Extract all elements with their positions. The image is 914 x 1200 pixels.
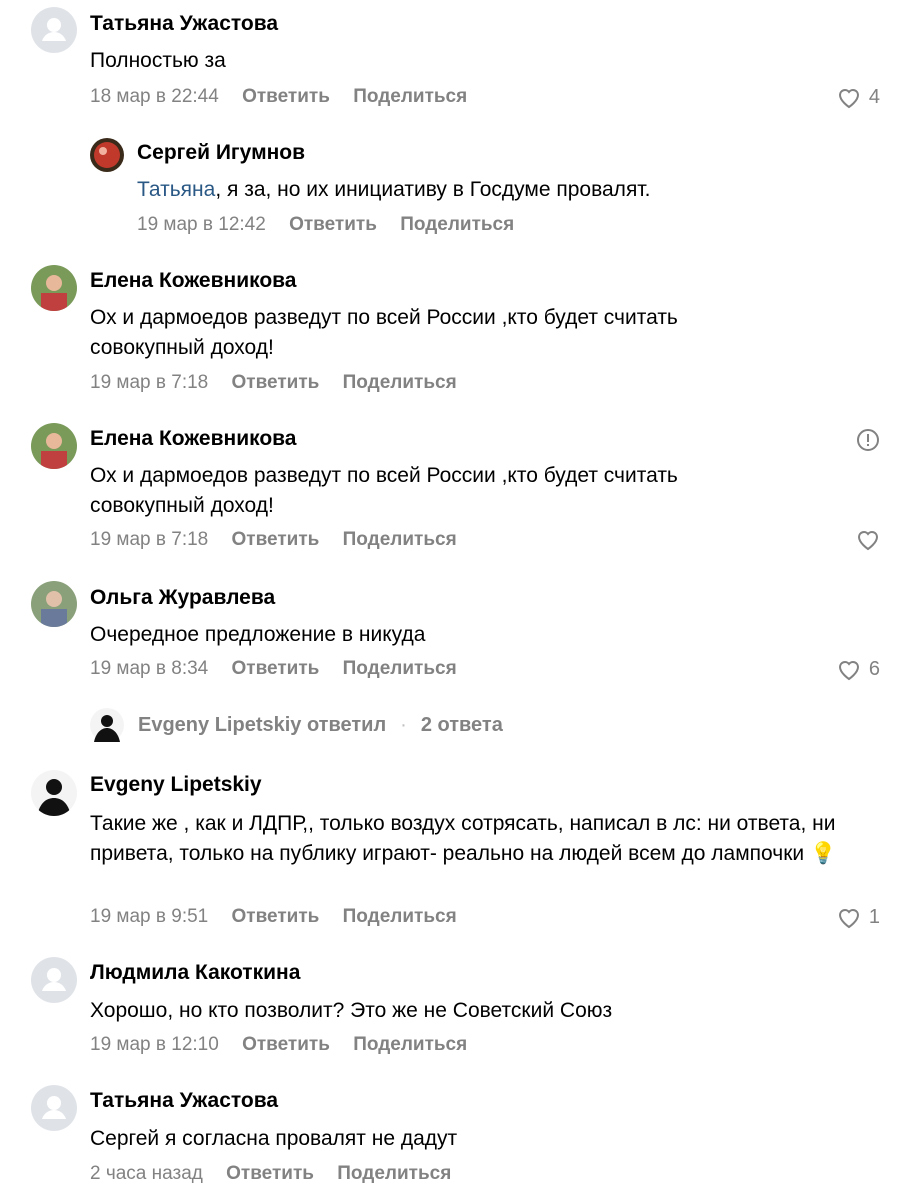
heart-icon: [857, 531, 879, 551]
like-button[interactable]: [856, 529, 880, 551]
comment-text-body: Такие же , как и ЛДПР,, только воздух со…: [90, 812, 836, 865]
comment-date[interactable]: 18 мар в 22:44: [90, 86, 219, 107]
comment-text: Очередное предложение в никуда: [90, 623, 426, 646]
default-user-icon: [42, 18, 66, 41]
share-button[interactable]: Поделиться: [343, 906, 457, 927]
comment-text: Татьяна, я за, но их инициативу в Госдум…: [137, 175, 897, 205]
comment-author[interactable]: Татьяна Ужастова: [90, 1089, 278, 1113]
reply-button[interactable]: Ответить: [242, 1034, 330, 1055]
user-photo: [31, 770, 77, 816]
comment-author[interactable]: Сергей Игумнов: [137, 141, 305, 165]
comment-text: Сергей я согласна провалят не дадут: [90, 1127, 458, 1150]
reply-button[interactable]: Ответить: [289, 214, 377, 235]
comment-date[interactable]: 19 мар в 12:10: [90, 1034, 219, 1055]
user-photo: [31, 423, 77, 469]
heart-icon: [838, 908, 859, 928]
default-user-icon: [42, 1096, 66, 1119]
comment-text: Хорошо, но кто позволит? Это же не Совет…: [90, 999, 613, 1022]
avatar[interactable]: [31, 957, 77, 1003]
user-photo: [31, 581, 77, 627]
reply-button[interactable]: Ответить: [242, 86, 330, 107]
comment-meta: 19 мар в 12:42 Ответить Поделиться: [137, 214, 532, 236]
share-button[interactable]: Поделиться: [343, 372, 457, 393]
comment-text: Такие же , как и ЛДПР,, только воздух со…: [90, 809, 880, 869]
separator: ·: [400, 713, 407, 736]
report-icon[interactable]: [856, 428, 880, 457]
comment-date[interactable]: 19 мар в 7:18: [90, 372, 208, 393]
comment-meta: 19 мар в 12:10 Ответить Поделиться: [90, 1034, 485, 1056]
comment-meta: 18 мар в 22:44 Ответить Поделиться: [90, 86, 485, 108]
lightbulb-emoji: 💡: [809, 842, 837, 865]
replies-count[interactable]: 2 ответа: [421, 714, 503, 737]
heart-icon: [838, 660, 859, 680]
avatar[interactable]: [31, 1085, 77, 1131]
comment-author[interactable]: Елена Кожевникова: [90, 269, 296, 293]
comment-author[interactable]: Ольга Журавлева: [90, 586, 275, 610]
reply-button[interactable]: Ответить: [232, 906, 320, 927]
comment-meta: 19 мар в 7:18 Ответить Поделиться: [90, 372, 475, 394]
replier-name[interactable]: Evgeny Lipetskiy ответил: [138, 714, 386, 737]
comment-text-body: , я за, но их инициативу в Госдуме прова…: [215, 178, 651, 201]
avatar: [90, 708, 124, 742]
avatar[interactable]: [31, 7, 77, 53]
comment-text: Ох и дармоедов разведут по всей России ,…: [90, 464, 678, 517]
exclamation-circle-icon: [857, 429, 879, 451]
comment-meta: 2 часа назад Ответить Поделиться: [90, 1163, 469, 1185]
avatar[interactable]: [90, 138, 124, 172]
comment-author[interactable]: Людмила Какоткина: [90, 961, 300, 985]
share-button[interactable]: Поделиться: [337, 1163, 451, 1184]
comment-meta: 19 мар в 7:18 Ответить Поделиться: [90, 529, 475, 551]
reply-button[interactable]: Ответить: [226, 1163, 314, 1184]
comment-date[interactable]: 19 мар в 12:42: [137, 214, 266, 235]
like-button[interactable]: 6: [837, 658, 880, 681]
replies-summary[interactable]: Evgeny Lipetskiy ответил · 2 ответа: [90, 708, 503, 742]
comment-text: Полностью за: [90, 49, 226, 72]
like-count: 1: [868, 906, 880, 928]
reply-button[interactable]: Ответить: [232, 529, 320, 550]
like-count: 6: [868, 658, 880, 680]
avatar[interactable]: [31, 265, 77, 311]
like-count: 4: [868, 86, 880, 108]
mention-link[interactable]: Татьяна: [137, 178, 215, 201]
reply-button[interactable]: Ответить: [232, 658, 320, 679]
share-button[interactable]: Поделиться: [353, 86, 467, 107]
comment-author[interactable]: Evgeny Lipetskiy: [90, 773, 262, 797]
share-button[interactable]: Поделиться: [353, 1034, 467, 1055]
share-button[interactable]: Поделиться: [343, 658, 457, 679]
user-photo: [31, 265, 77, 311]
avatar[interactable]: [31, 423, 77, 469]
comment-date[interactable]: 19 мар в 7:18: [90, 529, 208, 550]
share-button[interactable]: Поделиться: [343, 529, 457, 550]
like-button[interactable]: 4: [837, 86, 880, 109]
avatar[interactable]: [31, 581, 77, 627]
comment-author[interactable]: Татьяна Ужастова: [90, 12, 278, 36]
heart-icon: [838, 88, 859, 108]
comment-date[interactable]: 19 мар в 8:34: [90, 658, 208, 679]
avatar[interactable]: [31, 770, 77, 816]
comment-date[interactable]: 2 часа назад: [90, 1163, 203, 1184]
share-button[interactable]: Поделиться: [400, 214, 514, 235]
comment-meta: 19 мар в 9:51 Ответить Поделиться: [90, 906, 475, 928]
comment-meta: 19 мар в 8:34 Ответить Поделиться: [90, 658, 475, 680]
default-user-icon: [42, 968, 66, 991]
user-photo: [90, 138, 124, 172]
comment-author[interactable]: Елена Кожевникова: [90, 427, 296, 451]
reply-button[interactable]: Ответить: [232, 372, 320, 393]
like-button[interactable]: 1: [837, 906, 880, 929]
comment-date[interactable]: 19 мар в 9:51: [90, 906, 208, 927]
comment-text: Ох и дармоедов разведут по всей России ,…: [90, 306, 678, 359]
